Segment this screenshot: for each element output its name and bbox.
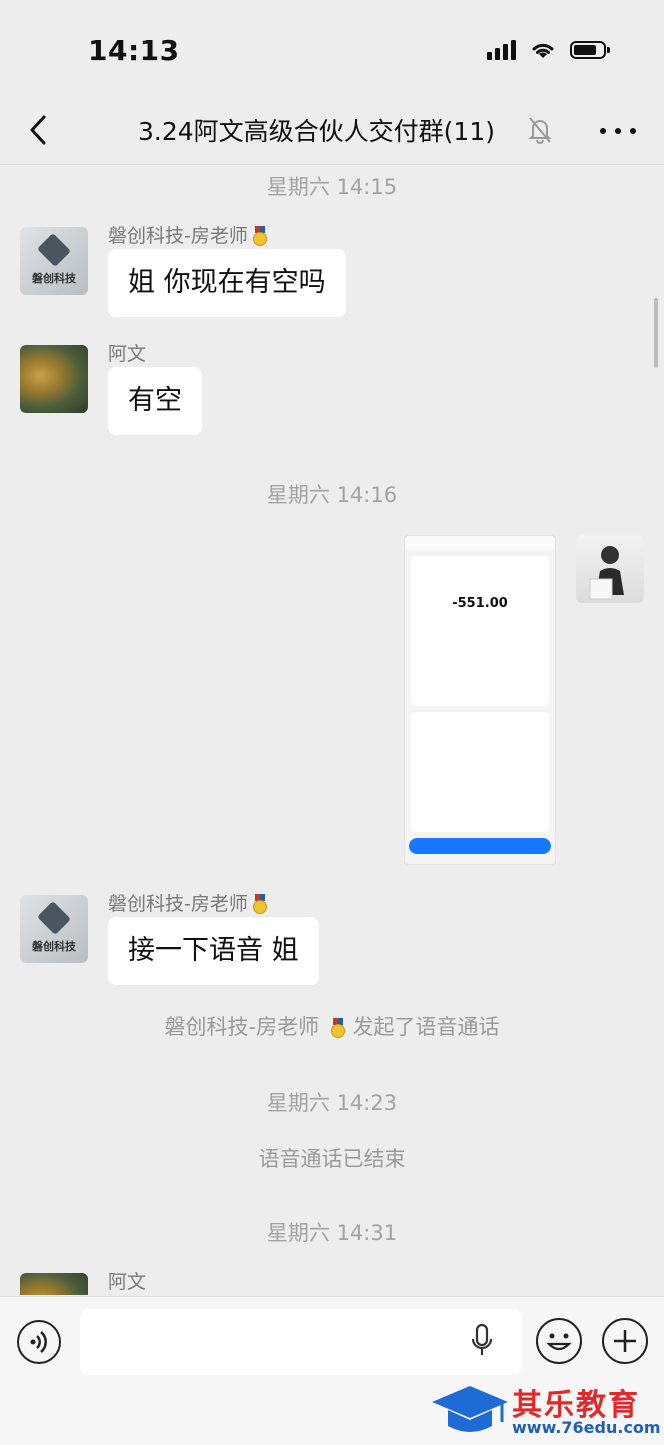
more-options-button[interactable] <box>600 116 636 146</box>
image-blue-button <box>409 838 551 854</box>
watermark: 其乐教育 www.76edu.com <box>428 1380 661 1440</box>
mic-icon[interactable] <box>470 1323 494 1359</box>
system-message: 磐创科技-房老师 发起了语音通话 <box>0 1011 664 1041</box>
sender-name: 阿文 <box>108 343 147 365</box>
message-bubble[interactable]: 姐 你现在有空吗 <box>108 249 346 317</box>
system-message-actor: 磐创科技-房老师 <box>164 1015 320 1039</box>
scrollbar[interactable] <box>654 298 658 368</box>
timestamp: 星期六 14:15 <box>266 175 398 199</box>
signal-icon <box>487 40 516 60</box>
sender-name-text: 磐创科技-房老师 <box>108 893 248 915</box>
sender-name-text: 磐创科技-房老师 <box>108 225 248 247</box>
image-amount: -551.00 <box>452 596 508 611</box>
sender-avatar[interactable] <box>20 1273 88 1295</box>
system-message-action: 发起了语音通话 <box>352 1015 500 1039</box>
mute-bell-icon <box>528 117 552 144</box>
image-message[interactable]: -551.00 <box>404 535 556 865</box>
battery-icon <box>570 41 610 59</box>
timestamp: 星期六 14:31 <box>266 1221 398 1245</box>
sender-avatar[interactable] <box>20 345 88 413</box>
medal-icon <box>252 894 268 914</box>
plus-icon <box>614 1330 636 1352</box>
sender-name: 磐创科技-房老师 <box>108 221 268 248</box>
chat-title: 3.24阿文高级合伙人交付群(11) <box>138 117 495 146</box>
sender-name: 磐创科技-房老师 <box>108 889 268 916</box>
message-bubble[interactable]: 接一下语音 姐 <box>108 917 319 985</box>
wifi-icon <box>532 43 554 58</box>
sender-avatar[interactable]: 磐创科技 <box>20 895 88 963</box>
system-message: 语音通话已结束 <box>258 1147 406 1171</box>
sender-name: 阿文 <box>108 1271 147 1293</box>
image-card-details <box>411 712 549 832</box>
emoji-button[interactable] <box>536 1318 582 1364</box>
person-icon <box>589 546 624 600</box>
smiley-icon <box>546 1333 572 1351</box>
timestamp: 星期六 14:23 <box>266 1091 398 1115</box>
avatar-label: 磐创科技 <box>32 272 76 285</box>
image-status-bar <box>405 536 555 550</box>
message-input[interactable] <box>80 1309 522 1375</box>
self-avatar[interactable] <box>576 535 644 603</box>
sender-avatar[interactable]: 磐创科技 <box>20 227 88 295</box>
chat-messages[interactable]: 星期六 14:15 磐创科技 磐创科技-房老师 姐 你现在有空吗 阿文 有空 星… <box>0 165 664 1295</box>
status-bar: 14:13 <box>0 0 664 100</box>
brand-logo-icon <box>37 901 71 935</box>
image-card: -551.00 <box>411 556 549 706</box>
timestamp: 星期六 14:16 <box>266 483 398 507</box>
medal-icon <box>330 1018 346 1038</box>
nav-bar: 3.24阿文高级合伙人交付群(11) <box>0 100 664 165</box>
watermark-url: www.76edu.com <box>512 1418 661 1437</box>
voice-button[interactable] <box>17 1320 61 1364</box>
graduation-cap-icon <box>432 1386 508 1432</box>
message-bubble[interactable]: 有空 <box>108 367 202 435</box>
back-button[interactable] <box>18 110 58 150</box>
status-icons <box>487 40 610 60</box>
voice-wave-icon <box>30 1331 47 1353</box>
add-button[interactable] <box>602 1318 648 1364</box>
avatar-label: 磐创科技 <box>32 940 76 953</box>
medal-icon <box>252 226 268 246</box>
status-time: 14:13 <box>88 34 180 67</box>
chevron-left-icon <box>30 115 46 145</box>
brand-logo-icon <box>37 233 71 267</box>
